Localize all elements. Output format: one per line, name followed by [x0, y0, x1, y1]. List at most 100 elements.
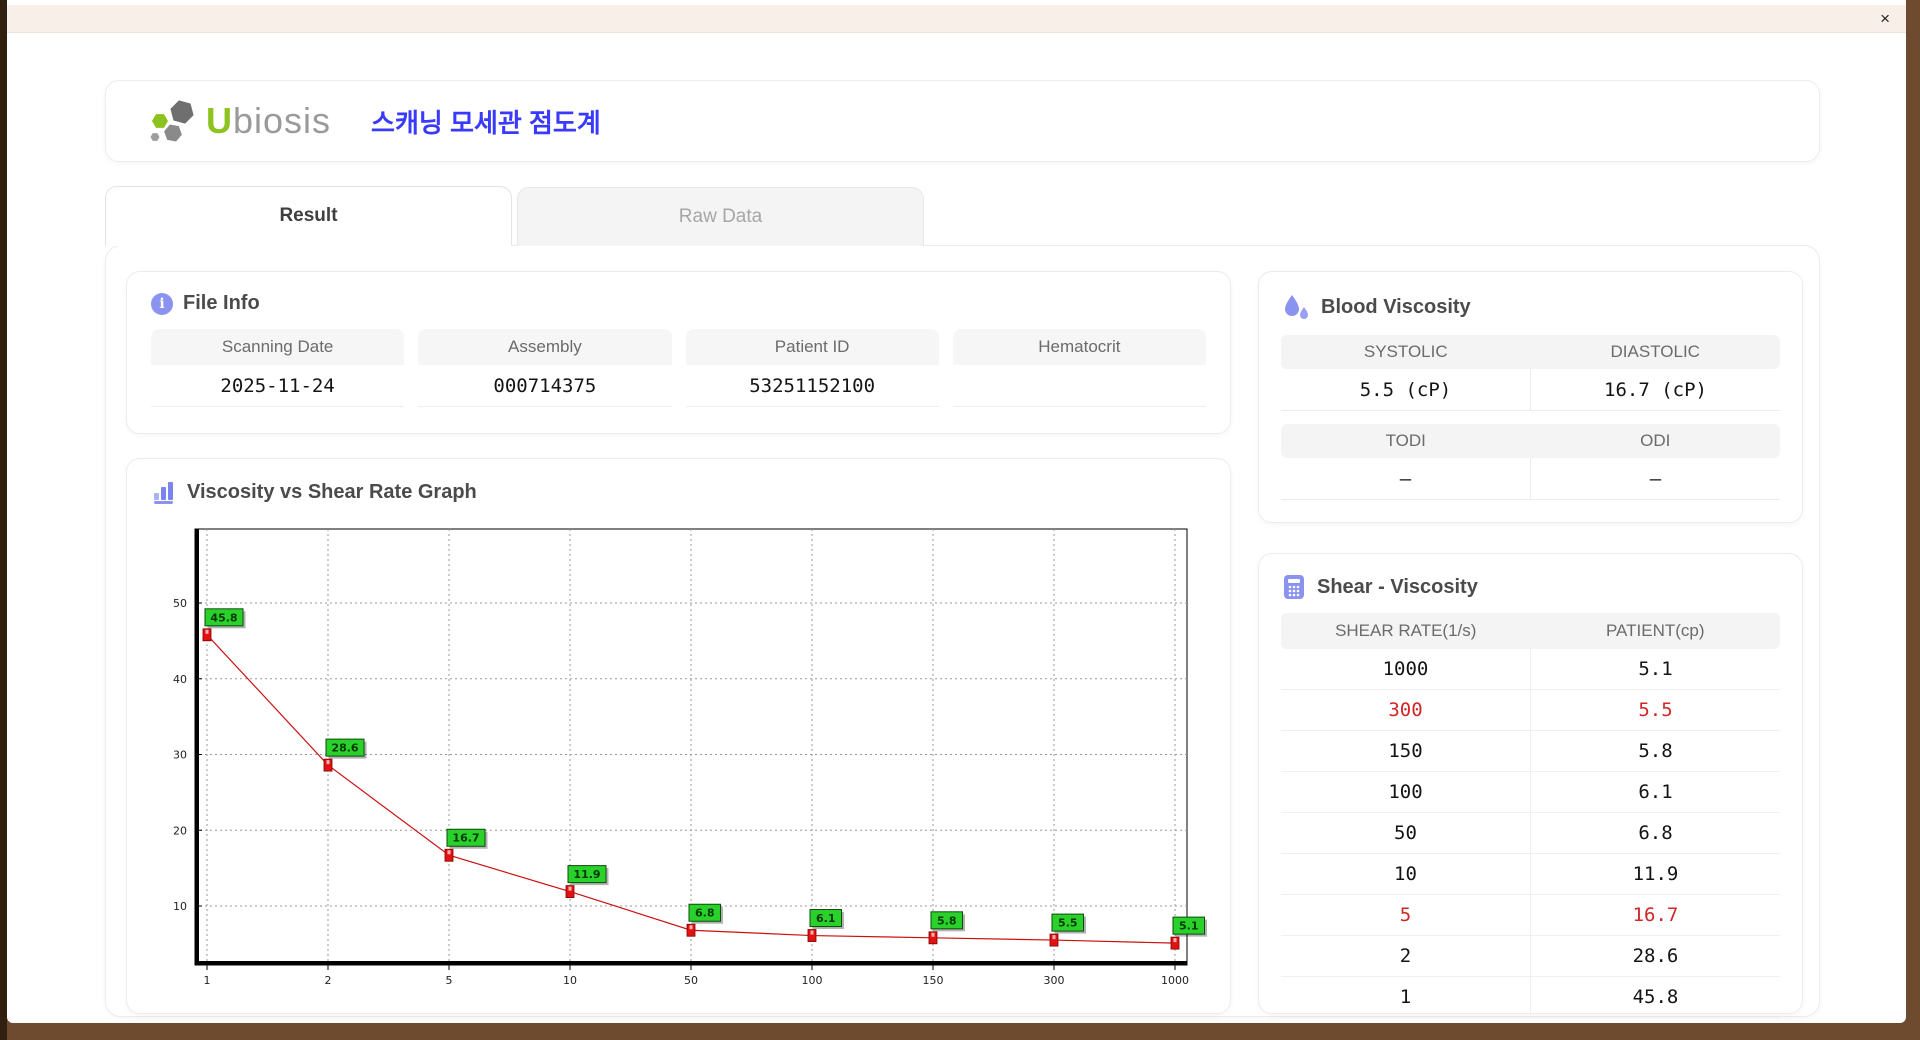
shear-rate-cell: 150 [1281, 731, 1531, 771]
page-title: 스캐닝 모세관 점도계 [371, 107, 601, 138]
shear-rate-cell: 1 [1281, 977, 1531, 1017]
blood-viscosity-title-row: Blood Viscosity [1281, 292, 1780, 322]
file-info-field: Scanning Date 2025-11-24 [151, 329, 405, 407]
shear-rate-cell: 5 [1281, 895, 1531, 935]
svg-text:5.1: 5.1 [1179, 920, 1199, 933]
viscosity-chart-svg: 10 20 30 40 50 1 2 5 10 50 100 150 300 1000 45.8 28.6 16… [173, 528, 1207, 987]
tab-result[interactable]: Result [105, 186, 512, 246]
logo-text: Ubiosis [206, 100, 332, 141]
ubiosis-logo-icon [150, 100, 194, 142]
patient-cell: 28.6 [1632, 945, 1679, 967]
table-row: 150 5.8 [1281, 731, 1780, 772]
column-header: PATIENT(cp) [1605, 621, 1705, 640]
field-label: Scanning Date [151, 329, 405, 365]
field-value: 2025-11-24 [151, 365, 405, 407]
blood-viscosity-title: Blood Viscosity [1321, 295, 1471, 318]
table-header-row: SYSTOLIC DIASTOLIC [1281, 335, 1780, 369]
svg-text:50: 50 [684, 974, 698, 987]
shear-rate-cell: 1000 [1281, 649, 1531, 689]
graph-title-row: Viscosity vs Shear Rate Graph [151, 479, 1206, 505]
svg-text:50: 50 [173, 597, 187, 610]
shear-viscosity-table: SHEAR RATE(1/s) PATIENT(cp) 1000 5.1 300 5.5… [1281, 613, 1780, 1018]
field-label: Hematocrit [952, 329, 1206, 365]
shear-table-body: 1000 5.1 300 5.5 150 5.8 100 6.1 50 6.8 10 11.9 5 16.… [1281, 649, 1780, 1018]
svg-text:45.8: 45.8 [210, 611, 237, 624]
patient-cell: 6.8 [1638, 822, 1673, 844]
main-content-card: i File Info Scanning Date 2025-11-24 Assem… [105, 245, 1820, 1018]
svg-text:20: 20 [173, 824, 187, 837]
shear-viscosity-title-row: Shear - Viscosity [1281, 574, 1780, 600]
patient-cell: 5.8 [1638, 740, 1673, 762]
svg-text:10: 10 [563, 974, 577, 987]
blood-viscosity-table: SYSTOLIC DIASTOLIC 5.5 (cP) 16.7 (cP) [1281, 335, 1780, 411]
file-info-card: i File Info Scanning Date 2025-11-24 Assem… [126, 271, 1231, 434]
blood-viscosity-table: TODI ODI – – [1281, 424, 1780, 500]
shear-rate-cell: 300 [1281, 690, 1531, 730]
field-value [952, 365, 1206, 407]
svg-text:6.8: 6.8 [695, 907, 715, 920]
field-label: Assembly [418, 329, 672, 365]
table-row: 5 16.7 [1281, 895, 1780, 936]
table-row: 2 28.6 [1281, 936, 1780, 977]
shear-rate-cell: 2 [1281, 936, 1531, 976]
svg-text:10: 10 [173, 900, 187, 913]
table-row: 100 6.1 [1281, 772, 1780, 813]
header-card: Ubiosis 스캐닝 모세관 점도계 [105, 80, 1820, 162]
table-row: 50 6.8 [1281, 813, 1780, 854]
tab-raw-data[interactable]: Raw Data [517, 187, 924, 246]
bar-chart-icon [154, 482, 173, 504]
svg-text:100: 100 [802, 974, 823, 987]
blood-viscosity-card: Blood Viscosity SYSTOLIC DIASTOLIC 5.5 (cP… [1258, 271, 1803, 523]
tab-bar: Result Raw Data [105, 186, 924, 246]
table-row: 300 5.5 [1281, 690, 1780, 731]
file-info-field: Assembly 000714375 [418, 329, 672, 407]
svg-text:40: 40 [173, 673, 187, 686]
table-header-row: TODI ODI [1281, 424, 1780, 458]
svg-text:5: 5 [446, 974, 453, 987]
patient-cell: 6.1 [1638, 781, 1673, 803]
table-row: 1 45.8 [1281, 977, 1780, 1018]
svg-text:1: 1 [204, 974, 211, 987]
svg-text:1000: 1000 [1161, 974, 1189, 987]
column-header: SYSTOLIC [1363, 342, 1448, 361]
droplet-icon [1285, 295, 1308, 319]
patient-cell: 5.5 [1638, 699, 1673, 721]
svg-text:2: 2 [325, 974, 332, 987]
table-value-row: 5.5 (cP) 16.7 (cP) [1281, 369, 1780, 411]
patient-cell: 45.8 [1632, 986, 1679, 1008]
patient-cell: 5.1 [1638, 658, 1673, 680]
field-value: 000714375 [418, 365, 672, 407]
file-info-title: File Info [183, 292, 260, 314]
svg-text:5.8: 5.8 [937, 914, 957, 927]
calculator-icon [1284, 575, 1304, 599]
logo: Ubiosis [148, 97, 331, 145]
field-value: 53251152100 [685, 365, 939, 407]
shear-rate-cell: 10 [1281, 854, 1531, 894]
svg-text:28.6: 28.6 [331, 742, 358, 755]
shear-table-header: SHEAR RATE(1/s) PATIENT(cp) [1281, 613, 1780, 649]
graph-card: Viscosity vs Shear Rate Graph 10 20 30 40 50… [126, 458, 1231, 1014]
viscosity-chart: 10 20 30 40 50 1 2 5 10 50 100 150 300 1000 45.8 28.6 16… [147, 523, 1212, 1000]
table-row: 1000 5.1 [1281, 649, 1780, 690]
table-value: 5.5 (cP) [1281, 369, 1531, 411]
app-window: × Ubiosis 스캐닝 모세관 점도계 Result Raw Data i … [7, 0, 1906, 1023]
table-value: – [1531, 458, 1780, 500]
blood-viscosity-tables: SYSTOLIC DIASTOLIC 5.5 (cP) 16.7 (cP) TODI OD… [1281, 335, 1780, 500]
graph-title: Viscosity vs Shear Rate Graph [187, 480, 477, 503]
column-header: SHEAR RATE(1/s) [1335, 621, 1477, 640]
shear-rate-cell: 100 [1281, 772, 1531, 812]
svg-text:150: 150 [923, 974, 944, 987]
file-info-fields: Scanning Date 2025-11-24 Assembly 000714375… [151, 329, 1206, 407]
svg-text:6.1: 6.1 [816, 912, 836, 925]
field-label: Patient ID [685, 329, 939, 365]
file-info-field: Hematocrit [952, 329, 1206, 407]
table-value-row: – – [1281, 458, 1780, 500]
close-icon[interactable]: × [1880, 10, 1890, 27]
shear-rate-cell: 50 [1281, 813, 1531, 853]
svg-text:11.9: 11.9 [573, 868, 600, 881]
svg-text:5.5: 5.5 [1058, 917, 1078, 930]
file-info-title-row: i File Info [151, 292, 1206, 315]
column-header: DIASTOLIC [1610, 342, 1700, 361]
desktop-edge [0, 0, 7, 1040]
svg-text:300: 300 [1044, 974, 1065, 987]
